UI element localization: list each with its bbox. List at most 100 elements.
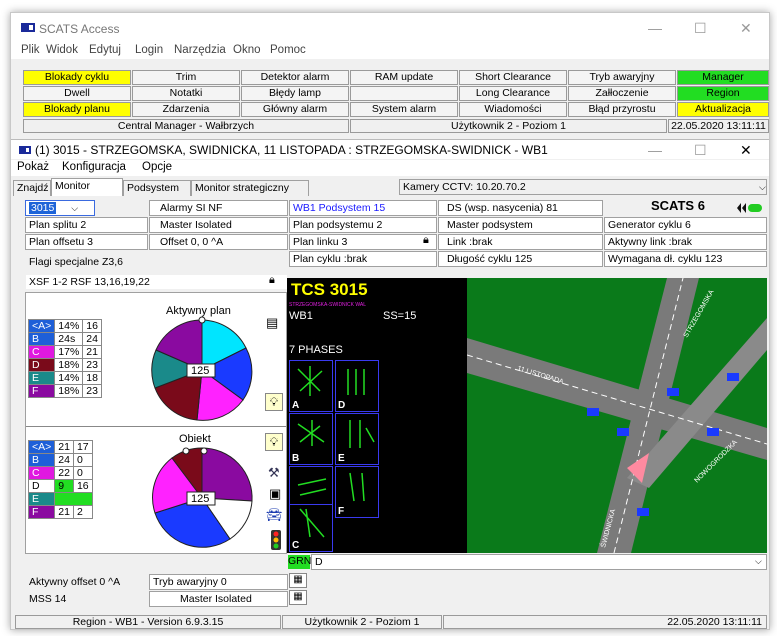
phase-f-label: F [338, 506, 345, 517]
btn-blokady-cyklu[interactable]: Blokady cyklu [23, 70, 131, 85]
btn-dwell[interactable]: Dwell [23, 86, 131, 101]
app-window: SCATS Access — ☐ ✕ Plik Widok Edytuj Log… [10, 12, 770, 630]
menu-pokaz[interactable]: Pokaż [17, 161, 49, 173]
master-isolated-bottom: Master Isolated [149, 591, 288, 607]
footer-datetime: 22.05.2020 13:11:11 [443, 615, 767, 629]
active-plan-pie: 125 [151, 316, 253, 421]
sub-minimize-icon[interactable]: — [648, 142, 662, 158]
grn-indicator: GRN [288, 555, 312, 569]
intersection-map: 11 LISTOPADA STRZEGOMSKA NOWOGRODZKA ŚWI… [467, 278, 767, 553]
site-value: 3015 [29, 202, 57, 214]
obj-label: C [27, 466, 56, 480]
menu-edytuj[interactable]: Edytuj [89, 44, 121, 56]
btn-blokady-planu[interactable]: Blokady planu [23, 102, 131, 117]
status-user: Użytkownik 2 - Poziom 1 [350, 119, 667, 133]
obj-label: E [27, 492, 56, 506]
tcs-ss: SS=15 [383, 310, 417, 322]
btn-aktualizacja[interactable]: Aktualizacja [677, 102, 769, 117]
chevron-down-icon[interactable]: ⌵ [759, 182, 766, 193]
tcs-streets: STRZEGOMSKA-SWIDNICK WAL [289, 302, 367, 308]
phase-pct: 18% [54, 358, 84, 372]
menu-pomoc[interactable]: Pomoc [270, 44, 306, 56]
bulb-icon[interactable]: 💡︎ [265, 393, 283, 411]
flags-cell: Flagi specjalne Z3,6 [25, 254, 288, 270]
obj-label: B [27, 453, 56, 467]
object-center: 125 [191, 493, 209, 505]
sub-maximize-icon[interactable]: ☐ [694, 142, 707, 159]
film-icon[interactable]: ▦ [289, 573, 307, 588]
bulb-icon-2[interactable]: 💡︎ [265, 433, 283, 451]
book-icon[interactable]: ▤ [266, 315, 278, 331]
btn-zalloczenie[interactable]: Załłoczenie [568, 86, 676, 101]
tcs-title: TCS 3015 [291, 280, 368, 299]
phase-pct: 14% [54, 371, 84, 385]
app-icon [21, 23, 35, 32]
phase-val: 23 [82, 384, 102, 398]
scats-logo-icon [737, 203, 762, 213]
btn-notatki[interactable]: Notatki [132, 86, 240, 101]
phase-select[interactable]: D [311, 554, 767, 570]
tab-podsystem[interactable]: Podsystem [123, 180, 191, 196]
maximize-icon[interactable]: ☐ [694, 20, 707, 37]
btn-tryb-awaryjny[interactable]: Tryb awaryjny [568, 70, 676, 85]
menu-login[interactable]: Login [135, 44, 163, 56]
tab-znajdz[interactable]: Znajdź [13, 180, 51, 196]
close-icon[interactable]: ✕ [740, 20, 752, 37]
alarms-cell: Alarmy SI NF [149, 200, 288, 216]
divider [26, 426, 286, 427]
tryb-cell: Tryb awaryjny 0 [149, 574, 288, 590]
phase-chevron-icon[interactable]: ⌵ [755, 556, 762, 567]
btn-glowny-alarm[interactable]: Główny alarm [241, 102, 349, 117]
btn-long-clearance[interactable]: Long Clearance [459, 86, 567, 101]
phase-label: D [27, 358, 56, 372]
obj-val: 17 [72, 440, 93, 454]
car-icon[interactable]: 🚘︎ [266, 507, 283, 523]
btn-region[interactable]: Region [677, 86, 769, 101]
cctv-select[interactable]: Kamery CCTV: 10.20.70.2 [399, 179, 767, 195]
subsystem-plan-cell: Plan podsystemu 2 [289, 217, 437, 233]
btn-empty[interactable] [350, 86, 458, 101]
btn-system-alarm[interactable]: System alarm [350, 102, 458, 117]
obj-val: 21 [54, 440, 74, 454]
subwindow-title: (1) 3015 - STRZEGOMSKA, SWIDNICKA, 11 LI… [35, 143, 548, 157]
minimize-icon[interactable]: — [648, 20, 662, 36]
printer-icon[interactable]: ▣ [269, 486, 281, 502]
menu-plik[interactable]: Plik [21, 44, 40, 56]
btn-blad-przyrostu[interactable]: Błąd przyrostu [568, 102, 676, 117]
btn-trim[interactable]: Trim [132, 70, 240, 85]
film-icon-2[interactable]: ▦ [289, 590, 307, 605]
tool-icon[interactable]: ⚒ [268, 465, 280, 481]
offset-plan-cell: Plan offsetu 3 [25, 234, 148, 250]
tab-monitor[interactable]: Monitor [51, 178, 123, 196]
phase-c-label: C [292, 540, 300, 551]
menu-konfiguracja[interactable]: Konfiguracja [62, 161, 126, 173]
btn-zdarzenia[interactable]: Zdarzenia [132, 102, 240, 117]
obj-val: 9 [54, 479, 74, 493]
btn-detektor-alarm[interactable]: Detektor alarm [241, 70, 349, 85]
phase-label: E [27, 371, 56, 385]
btn-short-clearance[interactable]: Short Clearance [459, 70, 567, 85]
site-select[interactable]: 3015 ⌵ [25, 200, 95, 216]
menu-opcje[interactable]: Opcje [142, 161, 172, 173]
sub-close-icon[interactable]: ✕ [740, 142, 752, 159]
btn-manager[interactable]: Manager [677, 70, 769, 85]
lock-icon: 🔒︎ [423, 234, 429, 246]
traffic-light-icon[interactable] [271, 530, 281, 550]
menu-narzedzia[interactable]: Narzędzia [174, 44, 226, 56]
menu-okno[interactable]: Okno [233, 44, 261, 56]
cycle-length-cell: Długość cyklu 125 [438, 251, 603, 267]
btn-bledy-lamp[interactable]: Błędy lamp [241, 86, 349, 101]
btn-ram-update[interactable]: RAM update [350, 70, 458, 85]
phase-val: 18 [82, 371, 102, 385]
phase-pct: 14% [54, 319, 84, 333]
status-datetime: 22.05.2020 13:11:11 [668, 119, 769, 133]
link-plan-cell: Plan linku 3 [289, 234, 437, 250]
menu-widok[interactable]: Widok [46, 44, 78, 56]
phase-pct: 24s [54, 332, 84, 346]
footer-region: Region - WB1 - Version 6.9.3.15 [15, 615, 281, 629]
obj-val: 16 [72, 479, 93, 493]
tab-monitor-strategiczny[interactable]: Monitor strategiczny [191, 180, 309, 196]
btn-wiadomosci[interactable]: Wiadomości [459, 102, 567, 117]
subwindow-titlebar: (1) 3015 - STRZEGOMSKA, SWIDNICKA, 11 LI… [11, 139, 769, 159]
phase-e-label: E [338, 453, 345, 464]
